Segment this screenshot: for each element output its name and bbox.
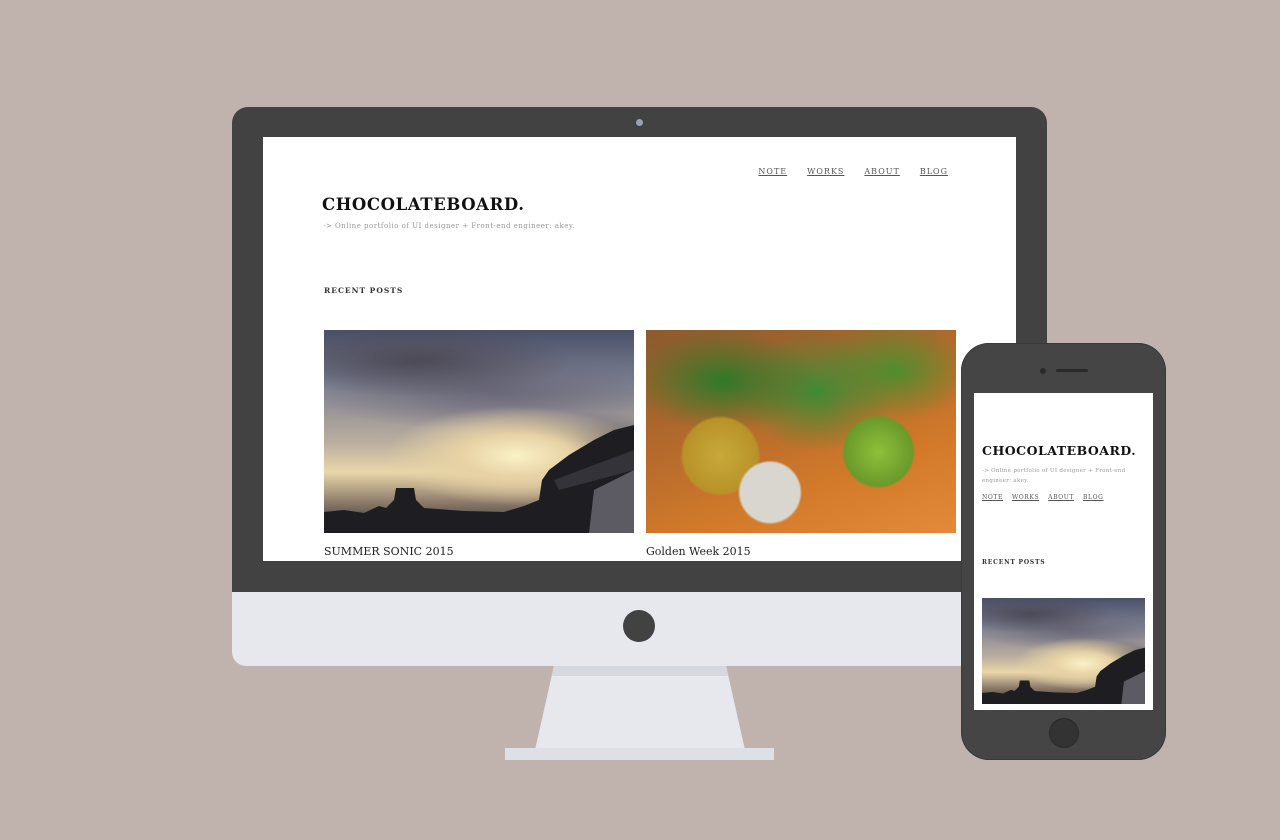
imac-camera-icon xyxy=(636,119,643,126)
mobile-stage-silhouette-icon xyxy=(982,647,1145,704)
desktop-screen: NOTE WORKS ABOUT BLOG CHOCOLATEBOARD. ->… xyxy=(263,137,1016,561)
recent-posts-heading: RECENT POSTS xyxy=(324,286,404,295)
imac-stand-shadow xyxy=(551,666,729,676)
mobile-nav-works[interactable]: WORKS xyxy=(1012,494,1039,501)
mobile-screen: CHOCOLATEBOARD. -> Online portfolio of U… xyxy=(974,393,1153,710)
nav-note[interactable]: NOTE xyxy=(758,167,787,176)
apple-logo-icon xyxy=(623,610,655,642)
nav-about[interactable]: ABOUT xyxy=(864,167,899,176)
nav-blog[interactable]: BLOG xyxy=(920,167,948,176)
post-card[interactable]: Golden Week 2015 xyxy=(646,330,956,558)
potted-plants-photo[interactable] xyxy=(646,330,956,533)
mobile-site-tagline: -> Online portfolio of UI designer + Fro… xyxy=(982,468,1126,484)
imac-chin xyxy=(232,592,1047,666)
post-title[interactable]: Golden Week 2015 xyxy=(646,545,956,558)
phone-camera-icon xyxy=(1040,368,1046,374)
post-card[interactable]: SUMMER SONIC 2015 xyxy=(324,330,634,558)
phone-speaker-icon xyxy=(1056,369,1088,372)
mobile-nav-blog[interactable]: BLOG xyxy=(1083,494,1104,501)
imac-base xyxy=(505,748,774,760)
mobile-sunset-sky-photo[interactable] xyxy=(982,598,1145,704)
post-title[interactable]: SUMMER SONIC 2015 xyxy=(324,545,634,558)
site-tagline: -> Online portfolio of UI designer + Fro… xyxy=(323,222,576,230)
mobile-nav-note[interactable]: NOTE xyxy=(982,494,1003,501)
mobile-nav-about[interactable]: ABOUT xyxy=(1048,494,1074,501)
sunset-sky-photo[interactable] xyxy=(324,330,634,533)
imac-stand xyxy=(535,666,745,750)
site-title[interactable]: CHOCOLATEBOARD. xyxy=(322,195,525,214)
main-nav: NOTE WORKS ABOUT BLOG xyxy=(758,167,948,176)
mobile-recent-posts-heading: RECENT POSTS xyxy=(982,559,1046,566)
mobile-site-title[interactable]: CHOCOLATEBOARD. xyxy=(982,443,1136,458)
stage-silhouette-icon xyxy=(324,425,634,533)
nav-works[interactable]: WORKS xyxy=(807,167,844,176)
mobile-nav: NOTE WORKS ABOUT BLOG xyxy=(982,494,1104,501)
home-button-icon xyxy=(1050,719,1078,747)
